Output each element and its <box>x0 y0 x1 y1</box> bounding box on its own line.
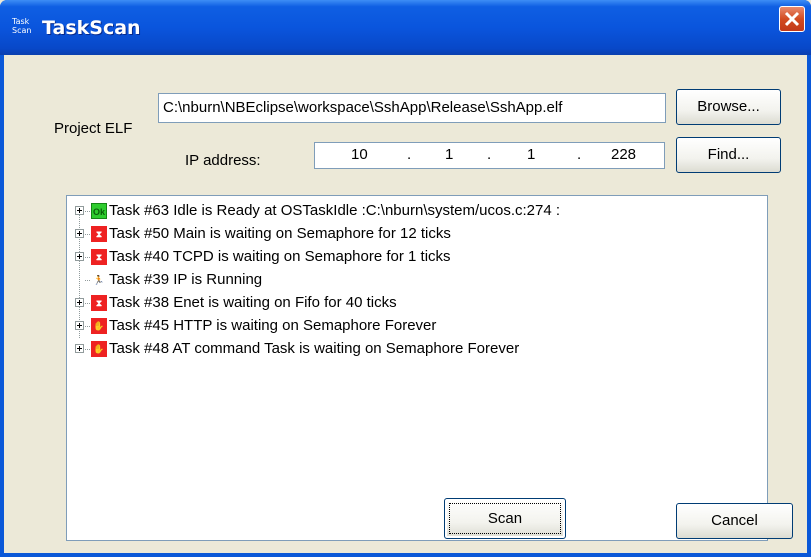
expand-icon[interactable] <box>75 229 84 238</box>
taskscan-window: Task Scan TaskScan Project ELF C:\nburn\… <box>0 0 811 557</box>
ip-dot: . <box>407 146 412 163</box>
running-icon: 🏃 <box>91 272 107 288</box>
task-row[interactable]: ✋ Task #48 AT command Task is waiting on … <box>67 339 757 361</box>
tree-connector <box>85 326 90 327</box>
ip-address-field[interactable]: 10 . 1 . 1 . 228 <box>314 142 665 169</box>
project-elf-label: Project ELF <box>54 120 133 137</box>
ip-dot: . <box>577 146 582 163</box>
task-row[interactable]: 🏃 Task #39 IP is Running <box>67 270 757 292</box>
task-label: Task #40 TCPD is waiting on Semaphore fo… <box>109 248 451 265</box>
ip-dot: . <box>487 146 492 163</box>
task-row[interactable]: ✋ Task #45 HTTP is waiting on Semaphore F… <box>67 316 757 338</box>
dialog-client-area: Project ELF C:\nburn\NBEclipse\workspace… <box>4 55 807 553</box>
scan-button[interactable]: Scan <box>444 498 566 539</box>
ip-octet-1[interactable]: 10 <box>351 146 368 163</box>
find-button-label: Find... <box>707 146 750 163</box>
cancel-button-label: Cancel <box>711 512 758 529</box>
hourglass-icon: ⧗ <box>91 295 107 311</box>
browse-button-label: Browse... <box>697 98 760 115</box>
title-bar[interactable]: Task Scan TaskScan <box>0 0 811 55</box>
expand-icon[interactable] <box>75 321 84 330</box>
task-row[interactable]: ⧗ Task #50 Main is waiting on Semaphore f… <box>67 224 757 246</box>
hourglass-icon: ⧗ <box>91 226 107 242</box>
task-label: Task #39 IP is Running <box>109 271 263 288</box>
app-icon: Task Scan <box>12 17 32 35</box>
tree-connector <box>85 303 90 304</box>
tree-connector <box>85 257 90 258</box>
expand-icon[interactable] <box>75 206 84 215</box>
expand-icon[interactable] <box>75 298 84 307</box>
task-row[interactable]: Ok Task #63 Idle is Ready at OSTaskIdle :… <box>67 201 757 223</box>
task-row[interactable]: ⧗ Task #40 TCPD is waiting on Semaphore f… <box>67 247 757 269</box>
tree-connector <box>85 211 90 212</box>
tree-connector <box>85 234 90 235</box>
expand-icon[interactable] <box>75 252 84 261</box>
ok-icon: Ok <box>91 203 107 219</box>
stop-hand-icon: ✋ <box>91 318 107 334</box>
browse-button[interactable]: Browse... <box>676 89 781 125</box>
focus-ring <box>449 503 561 534</box>
stop-hand-icon: ✋ <box>91 341 107 357</box>
expand-icon[interactable] <box>75 344 84 353</box>
hourglass-icon: ⧗ <box>91 249 107 265</box>
task-label: Task #50 Main is waiting on Semaphore fo… <box>109 225 451 242</box>
task-label: Task #63 Idle is Ready at OSTaskIdle :C:… <box>109 202 561 219</box>
task-label: Task #45 HTTP is waiting on Semaphore Fo… <box>109 317 437 334</box>
close-button[interactable] <box>779 6 805 32</box>
task-tree[interactable]: Ok Task #63 Idle is Ready at OSTaskIdle :… <box>66 195 768 541</box>
ip-octet-3[interactable]: 1 <box>527 146 535 163</box>
task-label: Task #38 Enet is waiting on Fifo for 40 … <box>109 294 397 311</box>
window-title: TaskScan <box>42 17 141 39</box>
ip-octet-4[interactable]: 228 <box>611 146 636 163</box>
ip-octet-2[interactable]: 1 <box>445 146 453 163</box>
ip-address-label: IP address: <box>185 152 261 169</box>
tree-connector <box>85 349 90 350</box>
find-button[interactable]: Find... <box>676 137 781 173</box>
cancel-button[interactable]: Cancel <box>676 503 793 539</box>
task-label: Task #48 AT command Task is waiting on S… <box>109 340 520 357</box>
project-elf-field[interactable]: C:\nburn\NBEclipse\workspace\SshApp\Rele… <box>158 93 666 123</box>
close-icon <box>784 11 800 27</box>
tree-connector <box>85 280 90 281</box>
task-row[interactable]: ⧗ Task #38 Enet is waiting on Fifo for 40… <box>67 293 757 315</box>
